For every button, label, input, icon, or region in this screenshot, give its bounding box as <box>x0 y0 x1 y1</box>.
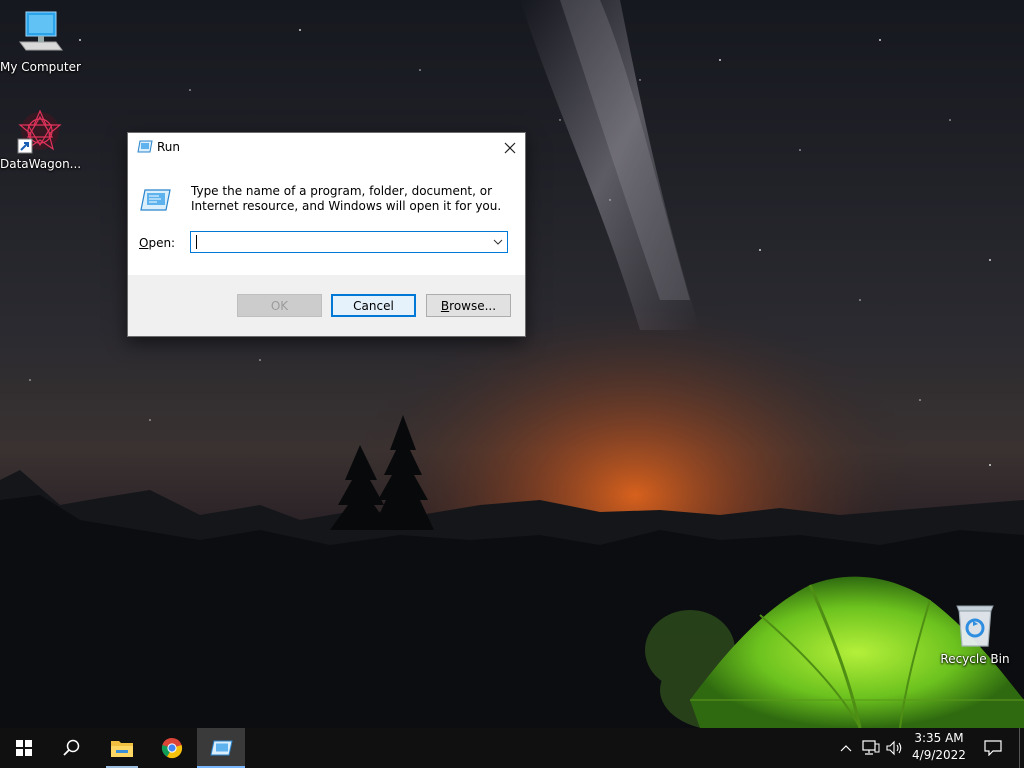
taskbar: 3:35 AM 4/9/2022 <box>0 728 1024 768</box>
run-dialog: Run Type the name of a program, folder, … <box>127 132 526 337</box>
open-combobox[interactable] <box>190 231 508 253</box>
search-icon <box>63 739 80 756</box>
clock-time: 3:35 AM <box>914 731 964 745</box>
taskbar-chrome[interactable] <box>148 728 196 768</box>
show-desktop-button[interactable] <box>1019 728 1024 768</box>
open-label: Open: <box>139 236 176 250</box>
title-bar[interactable]: Run <box>128 133 525 162</box>
close-icon <box>504 142 516 153</box>
datawagon-shortcut-icon <box>16 107 64 155</box>
action-center-button[interactable] <box>978 728 1008 768</box>
search-button[interactable] <box>48 728 96 768</box>
run-icon <box>137 140 153 154</box>
chrome-icon <box>161 737 183 759</box>
dropdown-button[interactable] <box>489 232 507 252</box>
taskbar-file-explorer[interactable] <box>98 728 146 768</box>
volume-button[interactable] <box>884 728 906 768</box>
dialog-footer: OK Cancel Browse... <box>128 275 525 336</box>
text-caret <box>196 235 197 249</box>
desktop-icon-label: My Computer <box>0 60 81 74</box>
recycle-bin-icon <box>951 602 999 650</box>
desktop-icon-label: Recycle Bin <box>940 652 1010 666</box>
desktop-icon-datawagon[interactable]: DataWagon... <box>0 107 82 171</box>
open-input[interactable] <box>193 233 487 251</box>
taskbar-run[interactable] <box>197 728 245 768</box>
desktop-icon-my-computer[interactable]: My Computer <box>0 10 81 74</box>
speaker-icon <box>886 740 902 756</box>
network-icon <box>862 740 880 755</box>
notification-icon <box>984 740 1002 756</box>
desktop-icon-recycle-bin[interactable]: Recycle Bin <box>935 602 1015 666</box>
dialog-description: Type the name of a program, folder, docu… <box>191 184 502 213</box>
dialog-title: Run <box>157 140 181 154</box>
run-icon <box>210 740 233 756</box>
computer-icon <box>16 10 64 58</box>
ok-button[interactable]: OK <box>237 294 322 317</box>
desktop-icon-label: DataWagon... <box>0 157 82 171</box>
desktop-wallpaper <box>0 0 1024 728</box>
show-hidden-icons-button[interactable] <box>836 728 856 768</box>
start-icon <box>16 740 32 756</box>
chevron-down-icon <box>493 239 503 245</box>
network-button[interactable] <box>860 728 882 768</box>
chevron-up-icon <box>840 745 852 752</box>
start-button[interactable] <box>0 728 48 768</box>
run-program-icon <box>139 189 171 211</box>
clock[interactable]: 3:35 AM 4/9/2022 <box>910 730 968 764</box>
cancel-button[interactable]: Cancel <box>331 294 416 317</box>
close-button[interactable] <box>495 133 525 162</box>
file-explorer-icon <box>111 741 133 757</box>
browse-button[interactable]: Browse... <box>426 294 511 317</box>
clock-date: 4/9/2022 <box>912 748 966 762</box>
